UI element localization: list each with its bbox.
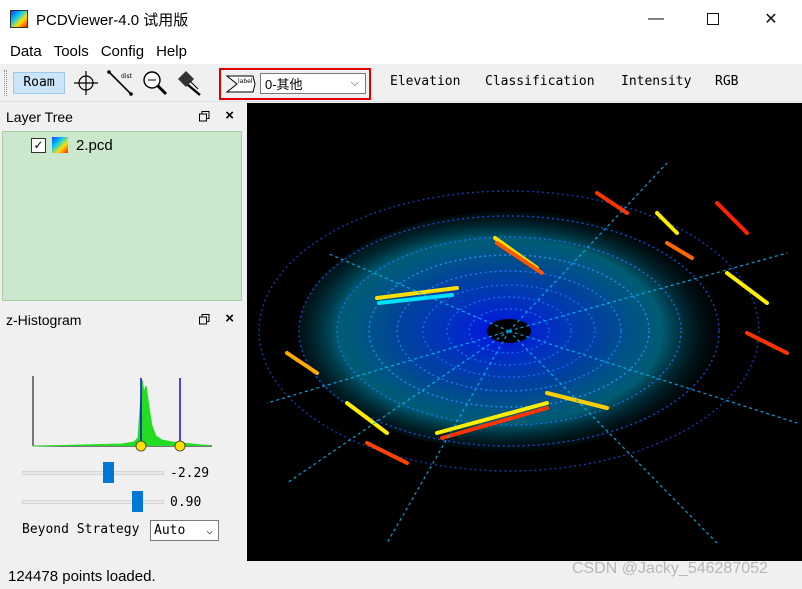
close-button[interactable]: ✕ [742, 0, 800, 38]
layer-tree-dock: Layer Tree × [2, 106, 242, 130]
close-icon: ✕ [764, 11, 778, 28]
beyond-strategy-select[interactable]: Auto ⌵ [150, 520, 219, 541]
close-icon[interactable]: × [225, 107, 234, 124]
high-threshold-value: 0.90 [170, 495, 202, 510]
intensity-mode-button[interactable]: Intensity [621, 74, 691, 89]
slider-thumb[interactable] [103, 462, 114, 483]
histogram-title-bar: z-Histogram × [2, 309, 242, 331]
title-bar: PCDViewer-4.0 试用版 — ✕ [0, 0, 802, 38]
roam-button[interactable]: Roam [13, 71, 65, 94]
layer-tree-panel: ✓ 2.pcd [2, 131, 242, 301]
low-threshold-slider[interactable] [22, 462, 164, 484]
eraser-icon[interactable] [173, 68, 203, 98]
menu-config[interactable]: Config [95, 43, 150, 60]
layer-tree-title: Layer Tree [6, 109, 73, 125]
window-title: PCDViewer-4.0 试用版 [36, 11, 189, 29]
chevron-down-icon: ⌵ [350, 77, 359, 89]
elevation-mode-button[interactable]: Elevation [390, 74, 460, 89]
crosshair-icon[interactable] [71, 68, 101, 98]
beyond-strategy-label: Beyond Strategy [22, 522, 140, 537]
histogram-curve [32, 379, 211, 447]
classification-mode-button[interactable]: Classification [485, 74, 595, 89]
minimize-icon: — [648, 10, 664, 27]
menu-help[interactable]: Help [150, 43, 193, 60]
minimize-button[interactable]: — [627, 0, 685, 38]
layer-name: 2.pcd [76, 136, 113, 154]
pointcloud-render [258, 162, 798, 544]
maximize-button[interactable] [684, 0, 742, 38]
app-icon [10, 10, 28, 28]
pointcloud-viewport[interactable] [247, 103, 802, 561]
high-threshold-slider[interactable] [22, 491, 164, 513]
layer-tree-title-bar: Layer Tree × [2, 106, 242, 128]
layer-item[interactable]: ✓ 2.pcd [31, 136, 113, 154]
close-icon[interactable]: × [225, 310, 234, 327]
label-icon[interactable]: label [225, 72, 257, 96]
float-icon[interactable] [199, 111, 210, 122]
histogram-title: z-Histogram [6, 312, 82, 328]
beyond-strategy-value: Auto [154, 523, 186, 538]
status-text: 124478 points loaded. [8, 568, 156, 585]
high-threshold-handle [174, 440, 186, 452]
menu-bar: Data Tools Config Help [0, 38, 802, 64]
pointcloud-icon [52, 137, 68, 153]
svg-text:label: label [238, 78, 253, 85]
layer-visibility-checkbox[interactable]: ✓ [31, 137, 46, 153]
zoom-icon[interactable] [139, 68, 169, 98]
distance-icon[interactable]: dist [105, 68, 135, 98]
watermark: CSDN @Jacky_546287052 [572, 560, 768, 577]
chevron-down-icon: ⌵ [206, 524, 213, 537]
label-class-value: 0-其他 [265, 77, 303, 92]
slider-thumb[interactable] [132, 491, 143, 512]
low-threshold-handle [135, 440, 147, 452]
toolbar-grip[interactable] [4, 69, 7, 96]
float-icon[interactable] [199, 314, 210, 325]
slider-track [22, 471, 164, 475]
z-histogram-chart [32, 376, 212, 452]
menu-tools[interactable]: Tools [48, 43, 95, 60]
rgb-mode-button[interactable]: RGB [715, 74, 738, 89]
maximize-icon [707, 13, 719, 25]
label-class-select[interactable]: 0-其他 ⌵ [260, 73, 366, 94]
low-threshold-value: -2.29 [170, 466, 210, 481]
svg-text:dist: dist [121, 73, 133, 80]
menu-data[interactable]: Data [4, 43, 48, 60]
histogram-dock: z-Histogram × [2, 309, 242, 333]
